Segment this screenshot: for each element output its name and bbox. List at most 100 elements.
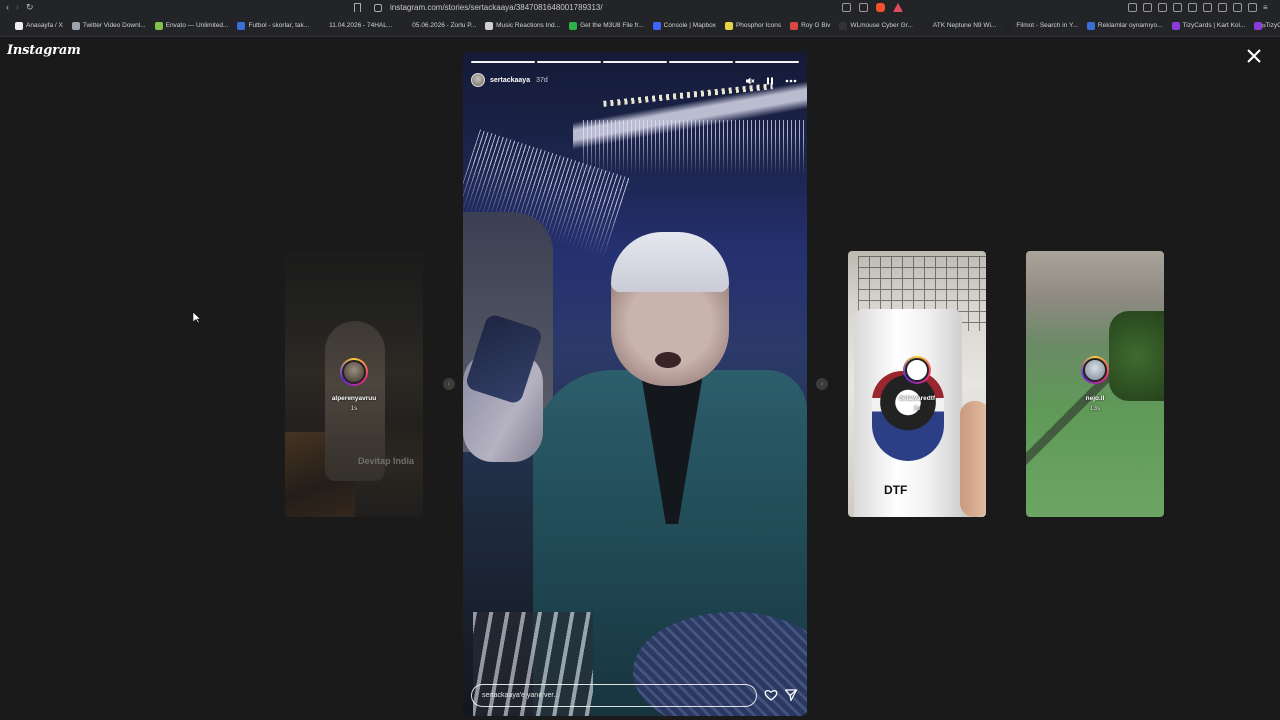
next-story-preview[interactable] [1026, 251, 1164, 517]
browser-toolbar: ‹ › ↻ instagram.com/stories/sertackaaya/… [0, 0, 1280, 15]
bookmark-item[interactable]: Roy G Biv [790, 21, 830, 30]
next-story-preview[interactable]: DTF [848, 251, 986, 517]
download-icon[interactable] [1158, 3, 1167, 12]
bookmark-item[interactable]: Get the M3U8 File fr... [569, 21, 644, 30]
story-viewer[interactable]: sertackaaya 37d [463, 52, 807, 716]
bookmark-favicon-icon [724, 21, 733, 30]
bookmark-label: TizyCards | Kart Kol... [1265, 22, 1280, 29]
bookmark-item[interactable]: Phosphor Icons [724, 21, 782, 30]
bookmark-item[interactable]: WLmouse Cyber Gr... [839, 21, 913, 30]
bookmark-item[interactable]: TizyCards | Kart Kol... [1171, 21, 1245, 30]
next-story-button[interactable]: › [816, 378, 828, 390]
instagram-logo[interactable]: Instagram [7, 43, 81, 58]
bookmark-item[interactable]: 05.06.2026 - Zorlu P... [401, 21, 477, 30]
wallet-icon[interactable] [1233, 3, 1242, 12]
sidebar-icon[interactable] [1188, 3, 1197, 12]
like-button[interactable] [764, 688, 778, 702]
bookmark-favicon-icon [318, 21, 327, 30]
bookmark-item[interactable]: Console | Mapbox [652, 21, 716, 30]
previous-story-button[interactable]: ‹ [443, 378, 455, 390]
forward-icon[interactable]: › [16, 2, 19, 13]
reload-icon[interactable]: ↻ [26, 2, 34, 13]
menu-icon[interactable]: ≡ [1263, 3, 1272, 12]
story-progress-bar [471, 61, 799, 63]
back-icon[interactable]: ‹ [6, 2, 9, 13]
bookmark-item[interactable]: Music Reactions Ind... [485, 21, 560, 30]
leo-icon[interactable] [1218, 3, 1227, 12]
more-horizontal-icon[interactable] [785, 73, 797, 91]
side-story-time: 1s [350, 405, 358, 412]
mouse-cursor-icon [192, 311, 202, 329]
bookmark-favicon-icon [71, 21, 80, 30]
share-page-icon[interactable] [859, 3, 868, 12]
bookmark-label: 05.06.2026 - Zorlu P... [412, 22, 477, 29]
vpn-icon[interactable] [1248, 3, 1257, 12]
media-icon[interactable] [1173, 3, 1182, 12]
bookmark-label: Envato — Unlimited... [165, 22, 229, 29]
address-bar[interactable]: instagram.com/stories/sertackaaya/384708… [374, 0, 603, 15]
brave-rewards-icon[interactable] [893, 3, 903, 12]
bookmark-label: ATK Neptune N9 Wi... [932, 22, 997, 29]
progress-segment [471, 61, 535, 63]
bookmark-label: Reklamlar oynamıyo... [1097, 22, 1163, 29]
progress-segment [603, 61, 667, 63]
bookmark-label: Get the M3U8 File fr... [580, 22, 644, 29]
reply-input[interactable] [471, 684, 757, 707]
pause-icon[interactable] [765, 73, 775, 91]
bookmark-item[interactable]: Anasayfa / X [15, 21, 63, 30]
heart-icon[interactable] [764, 688, 778, 702]
side-story-time: 1s [913, 405, 921, 412]
bookmark-favicon-icon [401, 21, 410, 30]
progress-segment [669, 61, 733, 63]
apps-grid-icon[interactable] [4, 21, 5, 31]
cast-icon[interactable] [842, 3, 851, 12]
story-controls [745, 73, 797, 91]
story-thumbnail-bush [1109, 311, 1164, 401]
extension-icon[interactable] [1128, 3, 1137, 12]
send-icon[interactable] [784, 688, 798, 702]
avatar[interactable] [340, 358, 368, 386]
bookmark-favicon-icon [569, 21, 578, 30]
bookmark-item[interactable]: 11.04.2026 - 74HAL... [318, 21, 392, 30]
chevron-right-icon: › [820, 379, 824, 388]
url-text[interactable]: instagram.com/stories/sertackaaya/384708… [390, 3, 603, 12]
avatar[interactable] [471, 73, 485, 87]
story-username[interactable]: sertackaaya [490, 77, 530, 84]
speaker-muted-icon[interactable] [745, 73, 755, 91]
story-thumbnail-cow-graphic [872, 371, 944, 461]
close-icon[interactable] [1245, 47, 1263, 65]
brave-shields-icon[interactable] [876, 3, 885, 12]
side-story-username[interactable]: delawaredtf [857, 395, 977, 402]
chandelier-fringe [583, 120, 807, 175]
bookmark-item[interactable]: ATK Neptune N9 Wi... [921, 21, 997, 30]
story-thumbnail-hand [960, 401, 986, 517]
side-story-username[interactable]: alperenyavruu [294, 395, 414, 402]
bookmarks-bar: Anasayfa / X Twitter Video Downl... Envato… [0, 15, 1280, 37]
bookmark-favicon-icon [790, 21, 799, 30]
bookmark-favicon-icon [15, 21, 23, 30]
bookmark-favicon-icon [839, 21, 848, 30]
bookmark-item[interactable]: TizyCards | Kart Kol... [1254, 21, 1280, 30]
bookmark-item[interactable]: Twitter Video Downl... [71, 21, 146, 30]
side-story-username[interactable]: nejo.ll [1035, 395, 1155, 402]
bookmark-favicon-icon [237, 21, 246, 30]
extension-icon[interactable] [1143, 3, 1152, 12]
bookmark-page-icon[interactable] [354, 3, 361, 12]
person-mouth [655, 352, 681, 368]
more-bookmarks-icon[interactable]: » [1261, 20, 1266, 30]
site-info-icon[interactable] [374, 3, 382, 12]
bookmark-favicon-icon [1005, 21, 1014, 30]
avatar[interactable] [1081, 356, 1109, 384]
bookmark-label: Twitter Video Downl... [82, 22, 146, 29]
bookmark-item[interactable]: Filmot - Search in Y... [1005, 21, 1078, 30]
bookmark-label: Phosphor Icons [735, 22, 782, 29]
bookmark-label: Console | Mapbox [663, 22, 716, 29]
avatar[interactable] [903, 356, 931, 384]
bookmark-item[interactable]: Reklamlar oynamıyo... [1086, 21, 1163, 30]
bookmark-label: Anasayfa / X [26, 22, 63, 29]
share-button[interactable] [784, 688, 798, 702]
close-button[interactable] [1245, 47, 1263, 65]
bookmark-item[interactable]: Envato — Unlimited... [154, 21, 229, 30]
bookmark-item[interactable]: Futbol - skorlar, tak... [237, 21, 309, 30]
tabs-icon[interactable] [1203, 3, 1212, 12]
